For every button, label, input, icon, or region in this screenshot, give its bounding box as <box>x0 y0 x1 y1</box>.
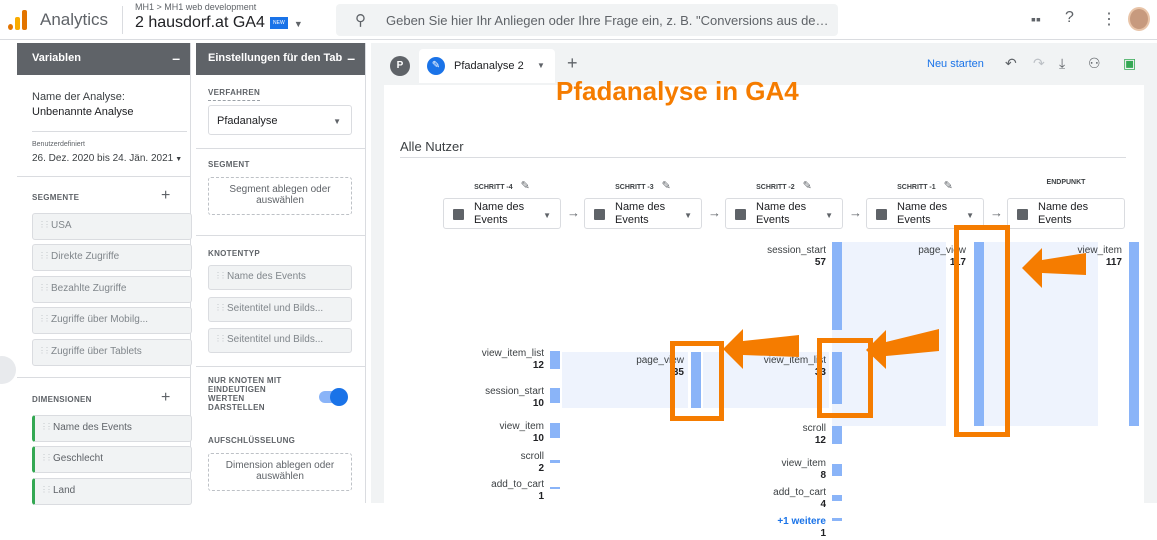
segment-drop-zone[interactable]: Segment ablegen oder auswählen <box>208 177 352 215</box>
unique-nodes-toggle[interactable] <box>319 388 348 406</box>
chevron-down-icon: ▼ <box>175 156 183 163</box>
tab-settings-header: Einstellungen für den Tab – <box>196 43 365 75</box>
search-input[interactable]: ⚲ Geben Sie hier Ihr Anliegen oder Ihre … <box>336 4 838 36</box>
tab-settings-panel: Einstellungen für den Tab – VERFAHREN Pfa… <box>196 43 366 503</box>
breakdown-drop-zone[interactable]: Dimension ablegen oder auswählen <box>208 453 352 491</box>
node-type-chip[interactable]: Seitentitel und Bilds... <box>208 328 352 353</box>
segment-chip[interactable]: Zugriffe über Tablets <box>32 339 192 366</box>
annotation-arrows <box>723 248 1086 369</box>
segments-label: SEGMENTE <box>32 193 80 202</box>
analysis-name-field[interactable]: Unbenannte Analyse <box>32 106 134 118</box>
search-icon: ⚲ <box>355 12 366 29</box>
app-name: Analytics <box>40 10 109 29</box>
overlay-title: Pfadanalyse in GA4 <box>556 76 799 106</box>
chevron-down-icon: ▼ <box>333 117 341 126</box>
chevron-down-icon: ▼ <box>293 19 303 29</box>
minimize-icon[interactable]: – <box>172 50 180 66</box>
more-nodes-link[interactable]: +1 weitere 1 <box>714 516 826 540</box>
segment-chip[interactable]: Direkte Zugriffe <box>32 244 192 271</box>
segment-label: SEGMENT <box>208 160 250 169</box>
node-type-chip[interactable]: Seitentitel und Bilds... <box>208 297 352 322</box>
segment-chip[interactable]: USA <box>32 213 192 240</box>
dimension-chip[interactable]: Geschlecht <box>32 446 192 473</box>
avatar[interactable] <box>1128 7 1150 31</box>
segment-chip[interactable]: Bezahlte Zugriffe <box>32 276 192 303</box>
more-vert-icon[interactable]: ⋮ <box>1101 9 1117 29</box>
canvas-area: P ✎ Pfadanalyse 2 ▼ + Neu starten ↶ ↷ ⤓ … <box>371 43 1157 539</box>
technique-dropdown[interactable]: Pfadanalyse ▼ <box>208 105 352 135</box>
date-range-selector[interactable]: 26. Dez. 2020 bis 24. Jän. 2021 ▼ <box>32 153 182 164</box>
help-icon[interactable]: ? <box>1065 9 1074 27</box>
date-label: Benutzerdefiniert <box>32 141 85 148</box>
node-type-label: KNOTENTYP <box>208 249 261 258</box>
node-name: +1 weitere <box>777 516 826 527</box>
date-range-value: 26. Dez. 2020 bis 24. Jän. 2021 <box>32 153 174 164</box>
variables-title: Variablen <box>32 52 81 64</box>
variables-panel: Variablen – Name der Analyse: Unbenannte … <box>17 43 192 505</box>
node-type-chip[interactable]: Name des Events <box>208 265 352 290</box>
arrow-left-icon <box>866 329 939 369</box>
technique-label: VERFAHREN <box>208 88 261 101</box>
dimensions-label: DIMENSIONEN <box>32 395 92 404</box>
toggle-knob <box>330 388 348 406</box>
top-bar: Analytics MH1 > MH1 web development 2 ha… <box>0 0 1157 40</box>
add-dimension-icon[interactable]: + <box>161 389 170 407</box>
collapse-handle[interactable] <box>0 356 16 384</box>
dimension-chip[interactable]: Land <box>32 478 192 505</box>
apps-icon[interactable]: ▪▪ <box>1031 11 1041 27</box>
analytics-logo-icon[interactable] <box>8 10 30 30</box>
variables-header: Variablen – <box>17 43 190 75</box>
new-badge: NEW <box>269 16 288 29</box>
breakdown-label: AUFSCHLÜSSELUNG <box>208 436 296 445</box>
dimension-chip[interactable]: Name des Events <box>32 415 192 442</box>
divider <box>196 148 366 149</box>
add-segment-icon[interactable]: + <box>161 187 170 205</box>
divider <box>122 6 123 34</box>
technique-value: Pfadanalyse <box>217 115 278 127</box>
breadcrumb[interactable]: MH1 > MH1 web development <box>135 2 256 12</box>
node-bar[interactable] <box>832 518 842 521</box>
divider <box>17 377 191 378</box>
tab-settings-title: Einstellungen für den Tab <box>208 52 343 64</box>
search-placeholder: Geben Sie hier Ihr Anliegen oder Ihre Fr… <box>386 13 829 28</box>
divider <box>196 235 366 236</box>
divider <box>32 131 187 132</box>
arrow-left-icon <box>1022 248 1086 288</box>
node-value: 1 <box>820 528 826 539</box>
arrow-left-icon <box>723 329 799 369</box>
unique-nodes-label: NUR KNOTEN MIT EINDEUTIGEN WERTEN DARSTE… <box>208 376 282 412</box>
minimize-icon[interactable]: – <box>347 50 355 66</box>
divider <box>196 366 366 367</box>
property-name: 2 hausdorf.at GA4 <box>135 14 265 31</box>
segment-chip[interactable]: Zugriffe über Mobilg... <box>32 307 192 334</box>
divider <box>17 176 191 177</box>
property-selector[interactable]: 2 hausdorf.at GA4 NEW ▼ <box>135 14 303 32</box>
analysis-name-label: Name der Analyse: <box>32 91 125 103</box>
